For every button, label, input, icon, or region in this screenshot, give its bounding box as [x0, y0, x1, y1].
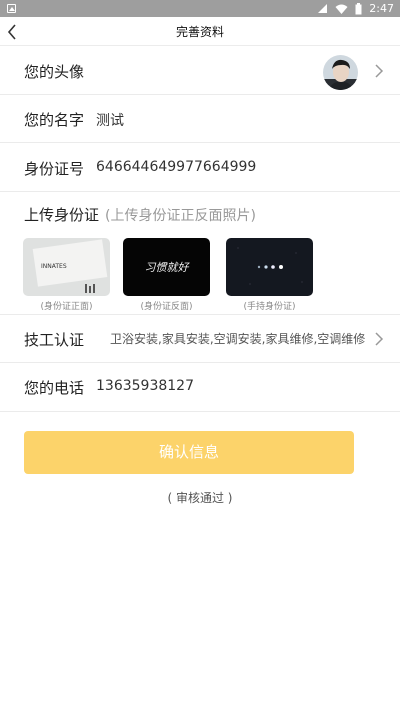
id-number-label: 身份证号 [24, 160, 85, 178]
phone-label: 您的电话 [24, 379, 85, 397]
id-handheld-caption: (手持身份证) [243, 302, 296, 312]
chevron-right-icon [375, 332, 384, 346]
review-status: ( 审核通过 ) [167, 491, 233, 505]
upload-id-title-line: 上传身份证 (上传身份证正反面照片) [24, 204, 256, 225]
id-back-photo-text: 习惯就好 [145, 261, 191, 274]
skill-certification-value: 卫浴安装,家具安装,空调安装,家具维修,空调维修 [110, 332, 366, 346]
skill-certification-label: 技工认证 [24, 331, 85, 349]
id-front-photo-text: INNATES [41, 263, 67, 270]
name-value: 测试 [96, 113, 124, 129]
name-row[interactable]: 您的名字 测试 [0, 95, 400, 143]
nav-bar: 完善资料 [0, 17, 400, 46]
wifi-icon [335, 4, 348, 14]
name-label: 您的名字 [24, 111, 85, 129]
upload-id-hint: (上传身份证正反面照片) [105, 208, 256, 224]
status-time: 2:47 [369, 2, 394, 15]
id-back-photo[interactable]: 习惯就好 [123, 238, 210, 296]
id-back-caption: (身份证反面) [140, 302, 193, 312]
battery-icon [355, 2, 362, 14]
id-number-value: 646644649977664999 [96, 159, 257, 175]
image-notification-icon [7, 4, 16, 13]
avatar[interactable] [323, 55, 358, 90]
upload-id-label: 上传身份证 [24, 206, 100, 224]
chevron-right-icon [375, 64, 384, 78]
id-number-row[interactable]: 身份证号 646644649977664999 [0, 143, 400, 192]
id-handheld-photo[interactable] [226, 238, 313, 296]
signal-icon [318, 4, 328, 13]
avatar-label: 您的头像 [24, 63, 85, 81]
page-title: 完善资料 [175, 25, 224, 39]
id-front-photo[interactable]: INNATES [23, 238, 110, 296]
confirm-info-button[interactable]: 确认信息 [24, 431, 354, 474]
status-bar: 2:47 [0, 0, 400, 17]
id-front-caption: (身份证正面) [40, 302, 93, 312]
avatar-row[interactable]: 您的头像 [0, 46, 400, 95]
phone-row[interactable]: 您的电话 13635938127 [0, 363, 400, 412]
phone-value: 13635938127 [96, 378, 194, 394]
